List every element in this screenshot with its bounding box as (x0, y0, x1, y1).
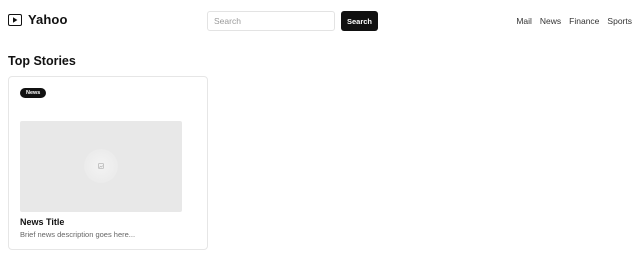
search-bar: Search (207, 11, 378, 31)
news-title[interactable]: News Title (20, 217, 64, 227)
news-card[interactable]: News News Title Brief news description g… (8, 76, 208, 250)
news-image-placeholder[interactable] (20, 121, 182, 212)
play-box-icon (8, 14, 22, 26)
brand-name: Yahoo (28, 12, 68, 27)
top-nav: Mail News Finance Sports (516, 16, 632, 26)
search-button[interactable]: Search (341, 11, 378, 31)
image-placeholder-icon (98, 163, 104, 169)
nav-link-finance[interactable]: Finance (569, 16, 599, 26)
site-header: Yahoo Search Mail News Finance Sports (0, 0, 640, 42)
nav-link-sports[interactable]: Sports (607, 16, 632, 26)
brand[interactable]: Yahoo (8, 13, 68, 27)
nav-link-news[interactable]: News (540, 16, 561, 26)
section-title: Top Stories (8, 54, 76, 68)
search-input[interactable] (207, 11, 335, 31)
nav-link-mail[interactable]: Mail (516, 16, 532, 26)
news-description: Brief news description goes here... (20, 230, 136, 239)
category-badge: News (20, 88, 47, 98)
